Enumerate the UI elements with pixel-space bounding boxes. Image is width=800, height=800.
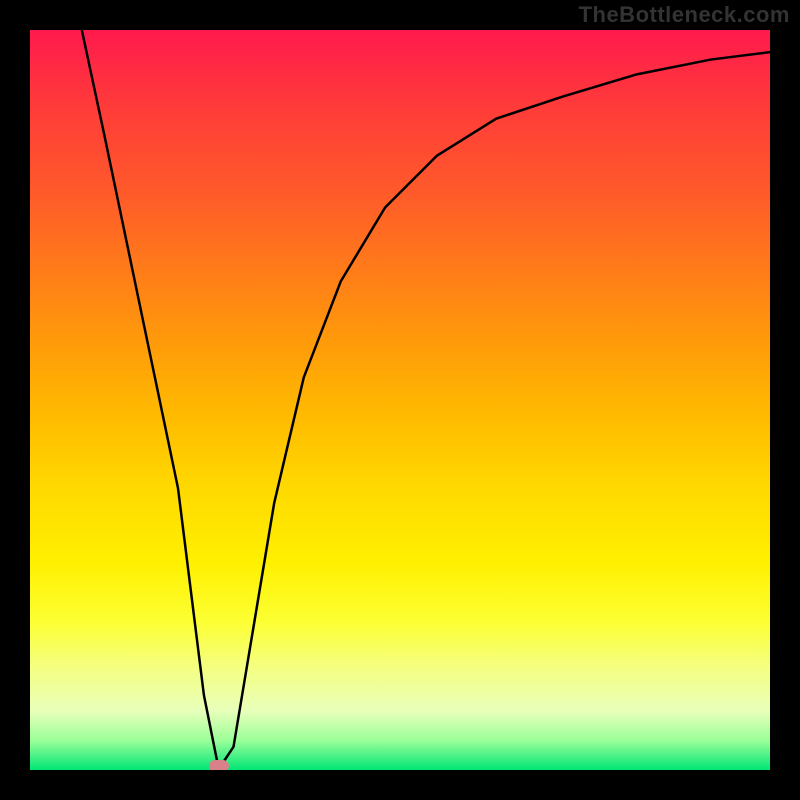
plot-area	[30, 30, 770, 770]
chart-frame: TheBottleneck.com	[0, 0, 800, 800]
bottleneck-curve	[30, 30, 770, 770]
watermark-label: TheBottleneck.com	[579, 2, 790, 28]
optimal-point-marker	[209, 760, 229, 770]
